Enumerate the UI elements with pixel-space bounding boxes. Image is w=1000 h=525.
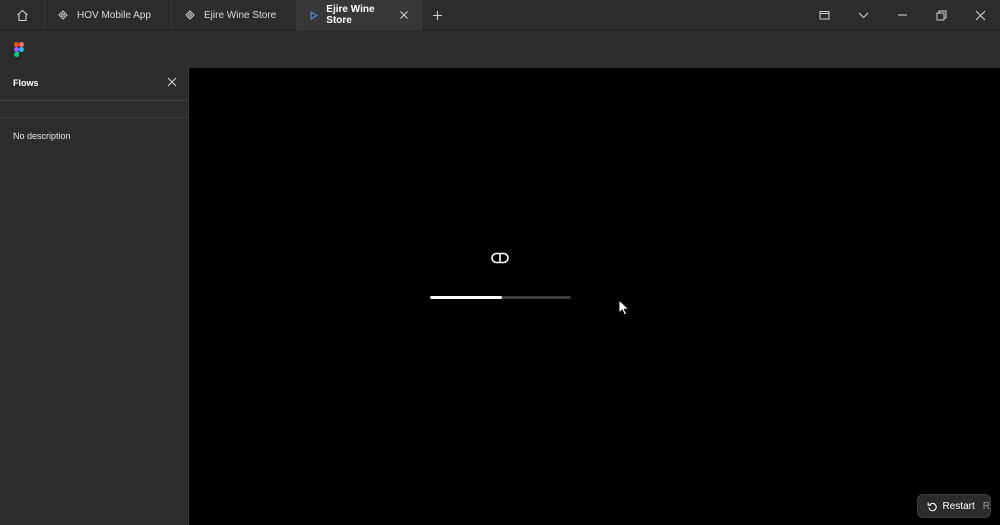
title-bar: HOV Mobile App Ejire Wine Store Ejire Wi… (0, 0, 1000, 30)
chevron-down-icon (858, 12, 869, 18)
play-icon (310, 10, 318, 20)
tab-label: Ejire Wine Store (326, 4, 375, 26)
tab-list-button[interactable] (844, 0, 883, 30)
minimize-button[interactable] (883, 0, 922, 30)
flows-panel-title: Flows (13, 78, 39, 88)
figma-file-icon (58, 10, 68, 20)
tab-ejire-wine-store[interactable]: Ejire Wine Store (172, 0, 297, 30)
new-tab-button[interactable] (422, 0, 452, 30)
flows-panel: Flows No description (0, 68, 189, 525)
figma-logo-icon[interactable] (14, 41, 24, 57)
home-icon (16, 9, 28, 21)
restore-icon (936, 10, 947, 20)
flow-description: No description (13, 131, 71, 141)
restart-icon (927, 501, 937, 511)
close-icon (975, 10, 986, 20)
page-view-button[interactable] (805, 0, 844, 30)
minimize-icon (898, 14, 907, 16)
tab-hov-mobile-app[interactable]: HOV Mobile App (45, 0, 172, 30)
tab-label: HOV Mobile App (77, 9, 151, 21)
restore-button[interactable] (922, 0, 961, 30)
window-icon (819, 11, 830, 20)
restart-button[interactable]: Restart R (917, 494, 991, 518)
window-controls (805, 0, 1000, 30)
tab-label: Ejire Wine Store (204, 9, 277, 21)
mouse-cursor-icon (618, 299, 630, 316)
close-icon (400, 11, 408, 19)
restart-label: Restart (942, 500, 975, 512)
divider (0, 100, 188, 101)
flows-panel-header: Flows (0, 68, 188, 98)
prototype-canvas[interactable]: Restart R (189, 68, 1000, 525)
close-tab-button[interactable] (399, 10, 409, 20)
figma-file-icon (185, 10, 195, 20)
plus-icon (432, 10, 442, 20)
close-icon (167, 77, 177, 87)
restart-shortcut: R (982, 500, 990, 512)
loading-progress-fill (430, 296, 502, 299)
home-button[interactable] (0, 0, 45, 30)
loading-progress-bar (430, 296, 571, 299)
loading-logo-icon (491, 252, 509, 264)
close-panel-button[interactable] (167, 74, 177, 92)
tab-ejire-wine-store-prototype[interactable]: Ejire Wine Store (297, 0, 422, 30)
toolbar (0, 30, 1000, 68)
close-window-button[interactable] (961, 0, 1000, 30)
